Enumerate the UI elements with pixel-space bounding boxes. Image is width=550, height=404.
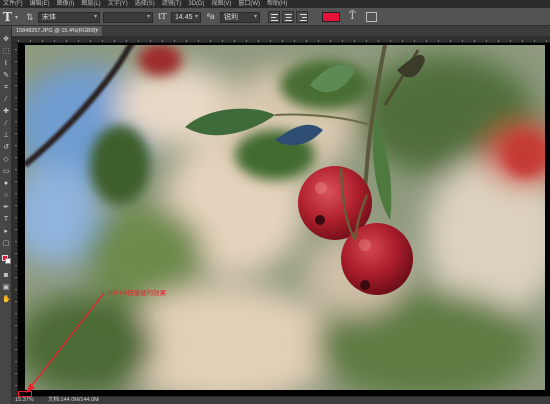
- align-right-button[interactable]: [296, 11, 308, 23]
- options-bar: T ▾ ⇅ 宋体 ▾ ▾ tT 14.45 ▾ ªa 锐利 ▾ Ť: [0, 8, 550, 26]
- document-image[interactable]: [25, 45, 545, 390]
- dodge-tool-icon[interactable]: ○: [2, 192, 10, 200]
- eraser-tool-icon[interactable]: ◇: [2, 156, 10, 164]
- menu-layer[interactable]: 图层(L): [81, 0, 100, 8]
- canvas-area[interactable]: [18, 43, 550, 396]
- align-center-button[interactable]: [282, 11, 294, 23]
- menu-image[interactable]: 图像(I): [57, 0, 75, 8]
- blur-tool-icon[interactable]: ●: [2, 180, 10, 188]
- character-panel-icon[interactable]: [366, 12, 377, 22]
- pen-tool-icon[interactable]: ✒: [2, 204, 10, 212]
- chevron-down-icon: ▾: [93, 14, 97, 20]
- text-color-swatch[interactable]: [322, 12, 340, 22]
- document-tab-bar: 15848257.JPG @ 15.4%(RGB/8) ×: [12, 26, 550, 36]
- font-size-icon: tT: [158, 12, 167, 21]
- menu-bar: 文件(F) 编辑(E) 图像(I) 图层(L) 文字(Y) 选择(S) 滤镜(T…: [0, 0, 550, 8]
- font-style-select[interactable]: ▾: [103, 12, 153, 23]
- align-left-button[interactable]: [268, 11, 280, 23]
- chevron-down-icon: ▾: [253, 14, 257, 20]
- healing-brush-tool-icon[interactable]: ✚: [2, 108, 10, 116]
- background-color-swatch[interactable]: [5, 258, 11, 264]
- quick-select-tool-icon[interactable]: ✎: [2, 72, 10, 80]
- text-orientation-icon[interactable]: ⇅: [26, 12, 34, 23]
- warp-text-icon[interactable]: Ť: [349, 11, 356, 22]
- menu-select[interactable]: 选择(S): [135, 0, 155, 8]
- document-tab[interactable]: 15848257.JPG @ 15.4%(RGB/8) ×: [12, 26, 102, 36]
- status-bar: 15.37% 文档:144.0M/144.0M ›: [12, 396, 550, 404]
- menu-type[interactable]: 文字(Y): [108, 0, 128, 8]
- clone-stamp-tool-icon[interactable]: ⊥: [2, 132, 10, 140]
- move-tool-icon[interactable]: ✥: [2, 36, 10, 44]
- brush-tool-icon[interactable]: ∕: [2, 120, 10, 128]
- chevron-down-icon: ▾: [146, 14, 150, 20]
- document-size-info: 文档:144.0M/144.0M: [48, 397, 99, 403]
- anti-alias-icon: ªa: [207, 12, 215, 21]
- font-family-value: 宋体: [42, 14, 56, 21]
- horizontal-ruler: [12, 36, 550, 43]
- anti-alias-select[interactable]: 锐利 ▾: [220, 12, 260, 23]
- screen-mode-icon[interactable]: ▣: [2, 284, 10, 292]
- menu-3d[interactable]: 3D(D): [188, 0, 204, 8]
- crop-tool-icon[interactable]: ⌗: [2, 84, 10, 92]
- font-size-value: 14.45: [175, 14, 193, 21]
- cherry-branch-photo: [25, 45, 545, 390]
- hand-tool-icon[interactable]: ✋: [2, 296, 11, 304]
- lasso-tool-icon[interactable]: ℓ: [2, 60, 10, 68]
- document-tab-title: 15848257.JPG @ 15.4%(RGB/8): [16, 28, 98, 34]
- annotation-text: ctrl+0快捷键的效果: [107, 289, 167, 297]
- zoom-highlight-box: [18, 391, 32, 397]
- menu-file[interactable]: 文件(F): [3, 0, 23, 8]
- menu-filter[interactable]: 滤镜(T): [162, 0, 182, 8]
- marquee-tool-icon[interactable]: ⬚: [2, 48, 10, 56]
- font-family-select[interactable]: 宋体 ▾: [38, 12, 100, 23]
- type-tool-icon[interactable]: T: [2, 216, 10, 224]
- chevron-down-icon: ▾: [194, 14, 198, 20]
- gradient-tool-icon[interactable]: ▭: [2, 168, 10, 176]
- eyedropper-tool-icon[interactable]: ⁄: [2, 96, 10, 104]
- zoom-level-field[interactable]: 15.37%: [15, 397, 34, 404]
- menu-edit[interactable]: 编辑(E): [30, 0, 50, 8]
- quick-mask-icon[interactable]: ◙: [2, 272, 10, 280]
- shape-tool-icon[interactable]: ▢: [2, 240, 10, 248]
- tool-preset-caret-icon[interactable]: ▾: [15, 14, 18, 21]
- menu-window[interactable]: 窗口(W): [238, 0, 260, 8]
- menu-view[interactable]: 视图(V): [211, 0, 231, 8]
- toolbox: ✥ ⬚ ℓ ✎ ⌗ ⁄ ✚ ∕ ⊥ ↺ ◇ ▭ ● ○ ✒ T ▸ ▢ ◙ ▣ …: [0, 26, 12, 404]
- close-icon[interactable]: ×: [95, 26, 99, 36]
- type-tool-icon[interactable]: T: [3, 10, 12, 24]
- status-menu-caret-icon[interactable]: ›: [97, 397, 99, 404]
- menu-help[interactable]: 帮助(H): [267, 0, 287, 8]
- history-brush-tool-icon[interactable]: ↺: [2, 144, 10, 152]
- font-size-select[interactable]: 14.45 ▾: [171, 12, 201, 23]
- anti-alias-value: 锐利: [224, 14, 238, 21]
- path-select-tool-icon[interactable]: ▸: [2, 228, 10, 236]
